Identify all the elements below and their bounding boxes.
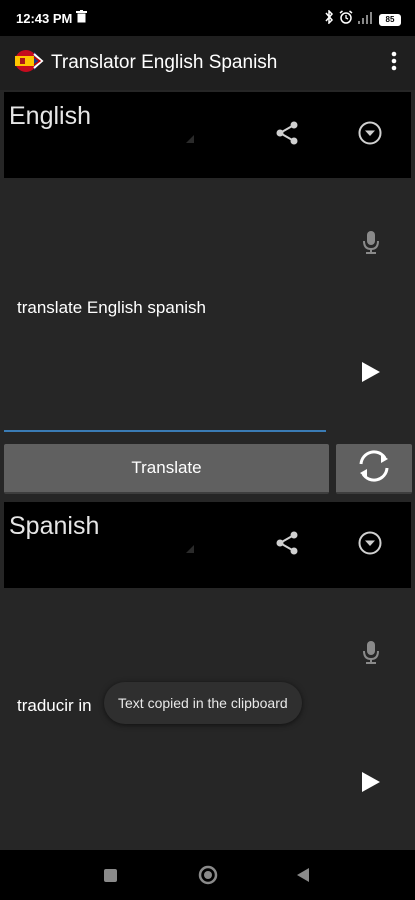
language-dropdown-icon[interactable] [357, 530, 383, 561]
spinner-marker-icon [186, 130, 194, 148]
translate-button[interactable]: Translate [4, 444, 329, 494]
status-icons: 85 [324, 9, 401, 29]
clipboard-toast: Text copied in the clipboard [104, 682, 302, 724]
recent-apps-icon[interactable] [104, 869, 117, 882]
source-text: translate English spanish [17, 298, 207, 317]
source-text-area[interactable]: translate English spanish [4, 178, 411, 430]
signal-icon [358, 11, 374, 29]
overflow-menu-icon[interactable] [391, 51, 397, 78]
microphone-icon[interactable] [361, 230, 381, 261]
share-icon[interactable] [274, 120, 300, 151]
status-bar: 12:43 PM 85 [0, 0, 415, 36]
swap-icon [354, 446, 394, 491]
trash-icon [76, 10, 87, 28]
home-icon[interactable] [198, 865, 218, 890]
app-title: Translator English Spanish [51, 52, 278, 73]
input-underline [4, 430, 326, 432]
swap-languages-button[interactable] [336, 444, 412, 494]
source-language-label[interactable]: English [9, 102, 91, 131]
bluetooth-icon [324, 9, 334, 29]
language-dropdown-icon[interactable] [357, 120, 383, 151]
alarm-icon [339, 10, 353, 29]
target-language-label[interactable]: Spanish [9, 512, 99, 541]
status-time: 12:43 PM [16, 11, 73, 26]
system-nav-bar [0, 850, 415, 900]
share-icon[interactable] [274, 530, 300, 561]
battery-icon: 85 [379, 13, 401, 26]
app-bar: Translator English Spanish [0, 36, 415, 90]
play-icon[interactable] [360, 361, 382, 388]
target-language-header: Spanish [4, 502, 411, 588]
play-icon[interactable] [360, 771, 382, 798]
flag-logo-icon [14, 48, 44, 79]
target-text: traducir in [17, 696, 92, 715]
source-language-header: English [4, 92, 411, 178]
microphone-icon[interactable] [361, 640, 381, 671]
spinner-marker-icon [186, 540, 194, 558]
back-icon[interactable] [296, 867, 310, 888]
